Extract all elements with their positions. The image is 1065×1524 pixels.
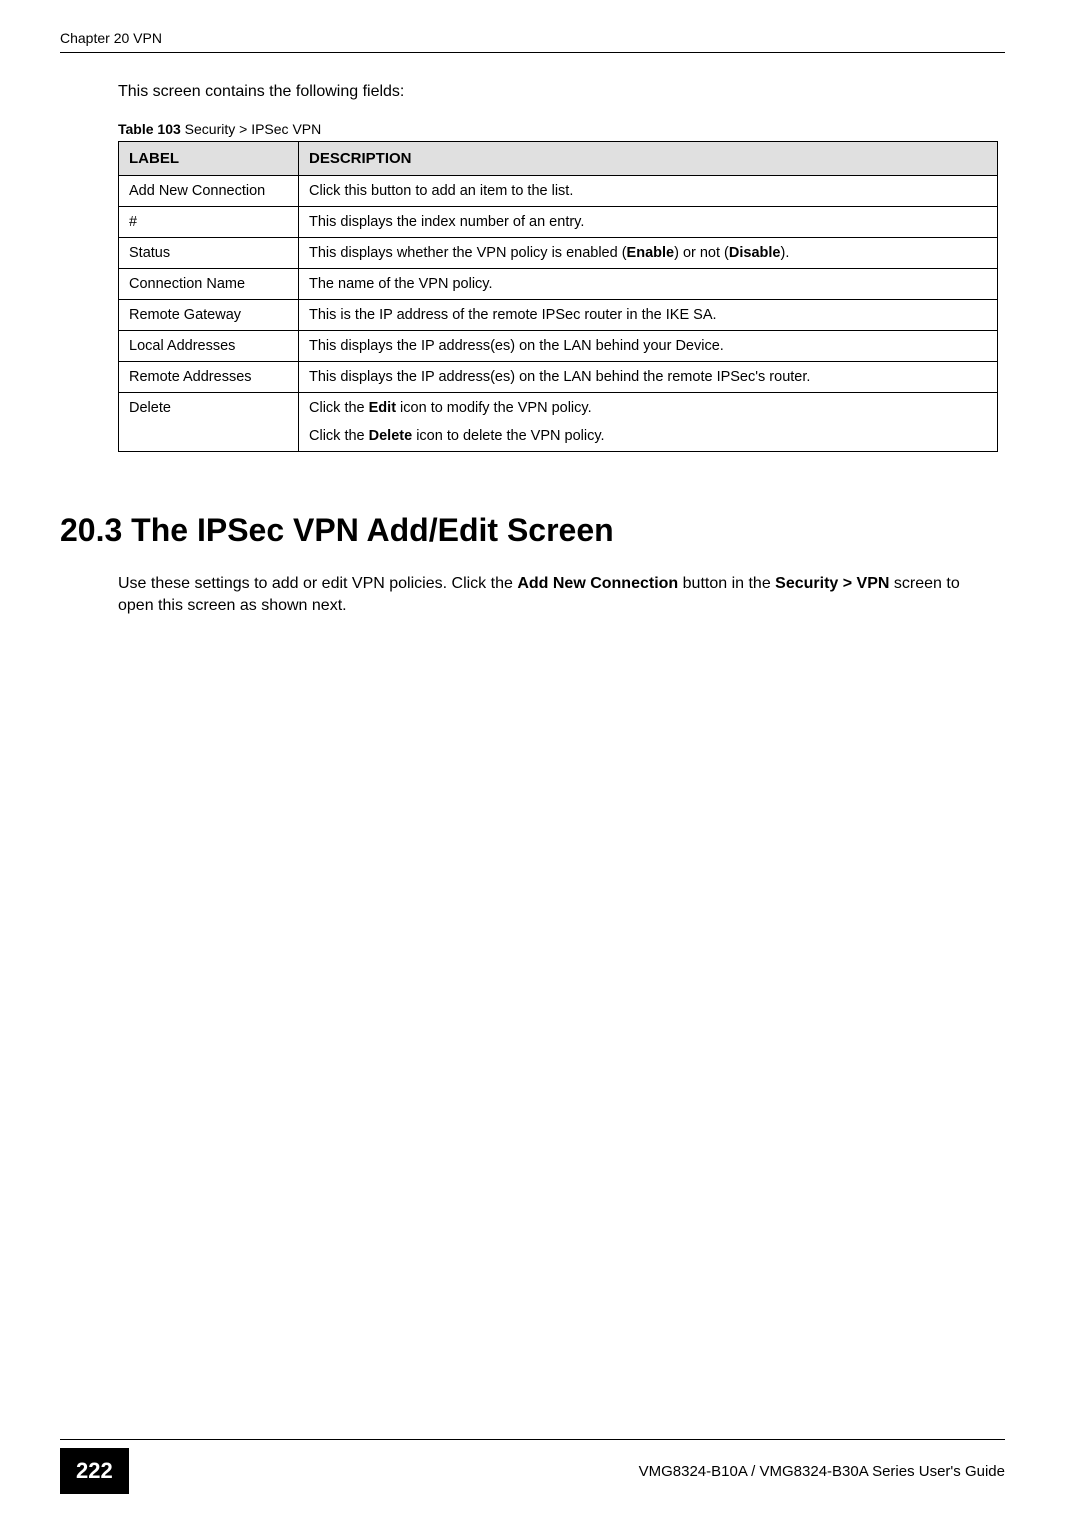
footer-divider	[60, 1439, 1005, 1440]
row-description: Click the Edit icon to modify the VPN po…	[299, 393, 998, 452]
footer-content: 222 VMG8324-B10A / VMG8324-B30A Series U…	[60, 1448, 1005, 1494]
page-footer: 222 VMG8324-B10A / VMG8324-B30A Series U…	[0, 1439, 1065, 1494]
table-row: Add New Connection Click this button to …	[119, 176, 998, 207]
row-label: Local Addresses	[119, 331, 299, 362]
table-caption-number: Table 103	[118, 121, 181, 137]
row-description: Click this button to add an item to the …	[299, 176, 998, 207]
row-label: Status	[119, 238, 299, 269]
page-container: Chapter 20 VPN This screen contains the …	[0, 0, 1065, 618]
table-row: Remote Gateway This is the IP address of…	[119, 300, 998, 331]
table-row: Delete Click the Edit icon to modify the…	[119, 393, 998, 452]
row-label: Connection Name	[119, 269, 299, 300]
row-label: Remote Gateway	[119, 300, 299, 331]
table-header-row: LABEL DESCRIPTION	[119, 142, 998, 176]
row-label: Add New Connection	[119, 176, 299, 207]
page-number: 222	[60, 1448, 129, 1494]
table-row: Status This displays whether the VPN pol…	[119, 238, 998, 269]
footer-guide-text: VMG8324-B10A / VMG8324-B30A Series User'…	[639, 1463, 1005, 1480]
table-row: Connection Name The name of the VPN poli…	[119, 269, 998, 300]
row-description: This displays the IP address(es) on the …	[299, 362, 998, 393]
table-header-label: LABEL	[119, 142, 299, 176]
table-caption: Table 103 Security > IPSec VPN	[118, 121, 1005, 137]
row-description: The name of the VPN policy.	[299, 269, 998, 300]
table-caption-text: Security > IPSec VPN	[181, 121, 321, 137]
table-row: # This displays the index number of an e…	[119, 207, 998, 238]
table-row: Local Addresses This displays the IP add…	[119, 331, 998, 362]
vpn-settings-table: LABEL DESCRIPTION Add New Connection Cli…	[118, 141, 998, 452]
intro-text: This screen contains the following field…	[118, 83, 1005, 101]
row-description: This displays the IP address(es) on the …	[299, 331, 998, 362]
row-label: Delete	[119, 393, 299, 452]
row-label: #	[119, 207, 299, 238]
row-description: This displays the index number of an ent…	[299, 207, 998, 238]
section-heading: 20.3 The IPSec VPN Add/Edit Screen	[60, 512, 1005, 549]
section-body: Use these settings to add or edit VPN po…	[118, 573, 988, 618]
row-description: This displays whether the VPN policy is …	[299, 238, 998, 269]
row-description: This is the IP address of the remote IPS…	[299, 300, 998, 331]
table-header-description: DESCRIPTION	[299, 142, 998, 176]
table-row: Remote Addresses This displays the IP ad…	[119, 362, 998, 393]
chapter-header: Chapter 20 VPN	[60, 30, 1005, 46]
header-divider	[60, 52, 1005, 53]
row-label: Remote Addresses	[119, 362, 299, 393]
